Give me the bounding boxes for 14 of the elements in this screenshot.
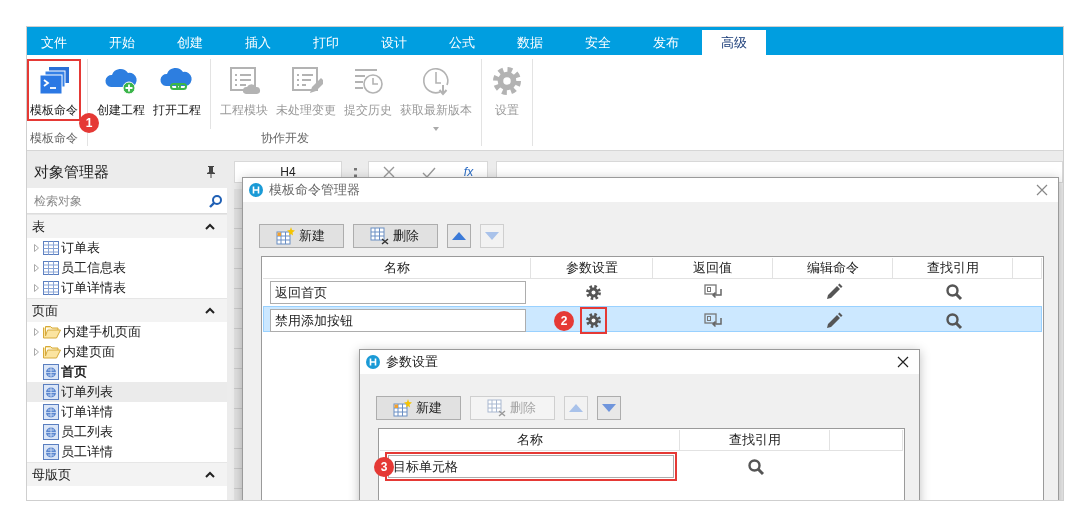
column-header: 返回值 [653,258,773,279]
column-header: 参数设置 [531,258,653,279]
step-badge: 1 [79,113,99,133]
group-label: 模板命令 [29,130,79,146]
column-header: 名称 [380,430,680,451]
panel-title: 对象管理器 [34,161,109,182]
column-header: 名称 [263,258,531,279]
dialog-title: 参数设置 [386,353,439,372]
group-label: 协作开发 [259,130,310,146]
column-header: 编辑命令 [773,258,893,279]
column-header: 查找引用 [893,258,1013,279]
step-badge: 3 [374,457,394,477]
dialog-title: 模板命令管理器 [269,181,361,200]
column-header: 查找引用 [680,430,830,451]
